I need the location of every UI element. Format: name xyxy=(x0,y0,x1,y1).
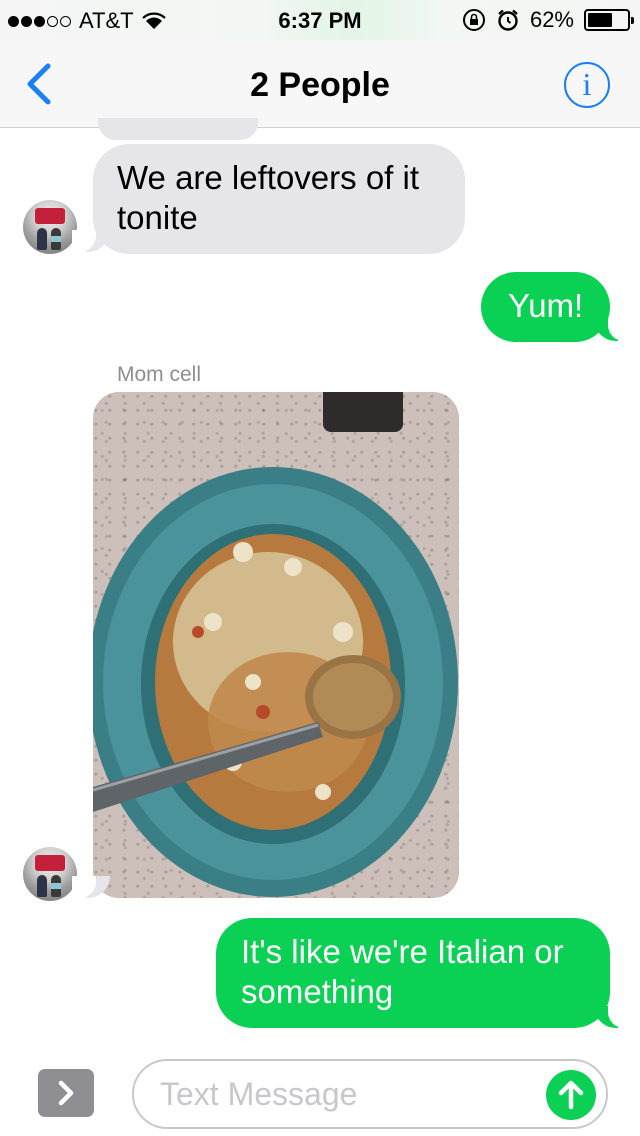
incoming-message[interactable]: We are leftovers of it tonite xyxy=(93,144,465,254)
chevron-left-icon xyxy=(27,63,51,105)
message-text: It's like we're Italian or something xyxy=(241,933,564,1010)
battery-fill xyxy=(588,13,612,27)
composer-bar xyxy=(0,1050,640,1136)
alarm-icon xyxy=(498,9,518,31)
orientation-lock-icon xyxy=(462,9,485,31)
sender-name: Mom cell xyxy=(117,363,202,386)
status-bar: AT&T 6:37 PM 62% xyxy=(0,0,640,40)
previous-message-bubble xyxy=(98,118,258,140)
battery-percent: 62% xyxy=(529,7,574,32)
navigation-bar: 2 People i xyxy=(0,40,640,128)
avatar[interactable] xyxy=(23,200,77,254)
send-button[interactable] xyxy=(546,1070,596,1120)
conversation-title: 2 People xyxy=(250,66,390,104)
avatar[interactable] xyxy=(23,847,77,901)
back-button[interactable] xyxy=(22,60,62,108)
message-field[interactable] xyxy=(132,1059,608,1129)
info-button[interactable]: i xyxy=(564,62,610,108)
soup-bowl-image xyxy=(93,467,458,897)
battery-icon xyxy=(584,9,634,31)
message-text: Yum! xyxy=(508,287,584,324)
signal-strength-icon xyxy=(8,15,71,27)
message-text: We are leftovers of it tonite xyxy=(117,159,420,236)
wifi-icon xyxy=(141,12,166,29)
chevron-right-icon xyxy=(58,1080,74,1106)
arrow-up-icon xyxy=(558,1080,584,1110)
status-left: AT&T xyxy=(8,8,166,34)
message-input[interactable] xyxy=(160,1071,540,1117)
carrier-label: AT&T xyxy=(79,8,134,33)
info-icon: i xyxy=(582,66,592,102)
outgoing-message[interactable]: Yum! xyxy=(481,272,610,342)
photo-message[interactable] xyxy=(93,392,459,898)
apps-button[interactable] xyxy=(38,1069,94,1117)
status-right: 62% xyxy=(462,7,634,33)
outgoing-message[interactable]: It's like we're Italian or something xyxy=(216,918,610,1028)
